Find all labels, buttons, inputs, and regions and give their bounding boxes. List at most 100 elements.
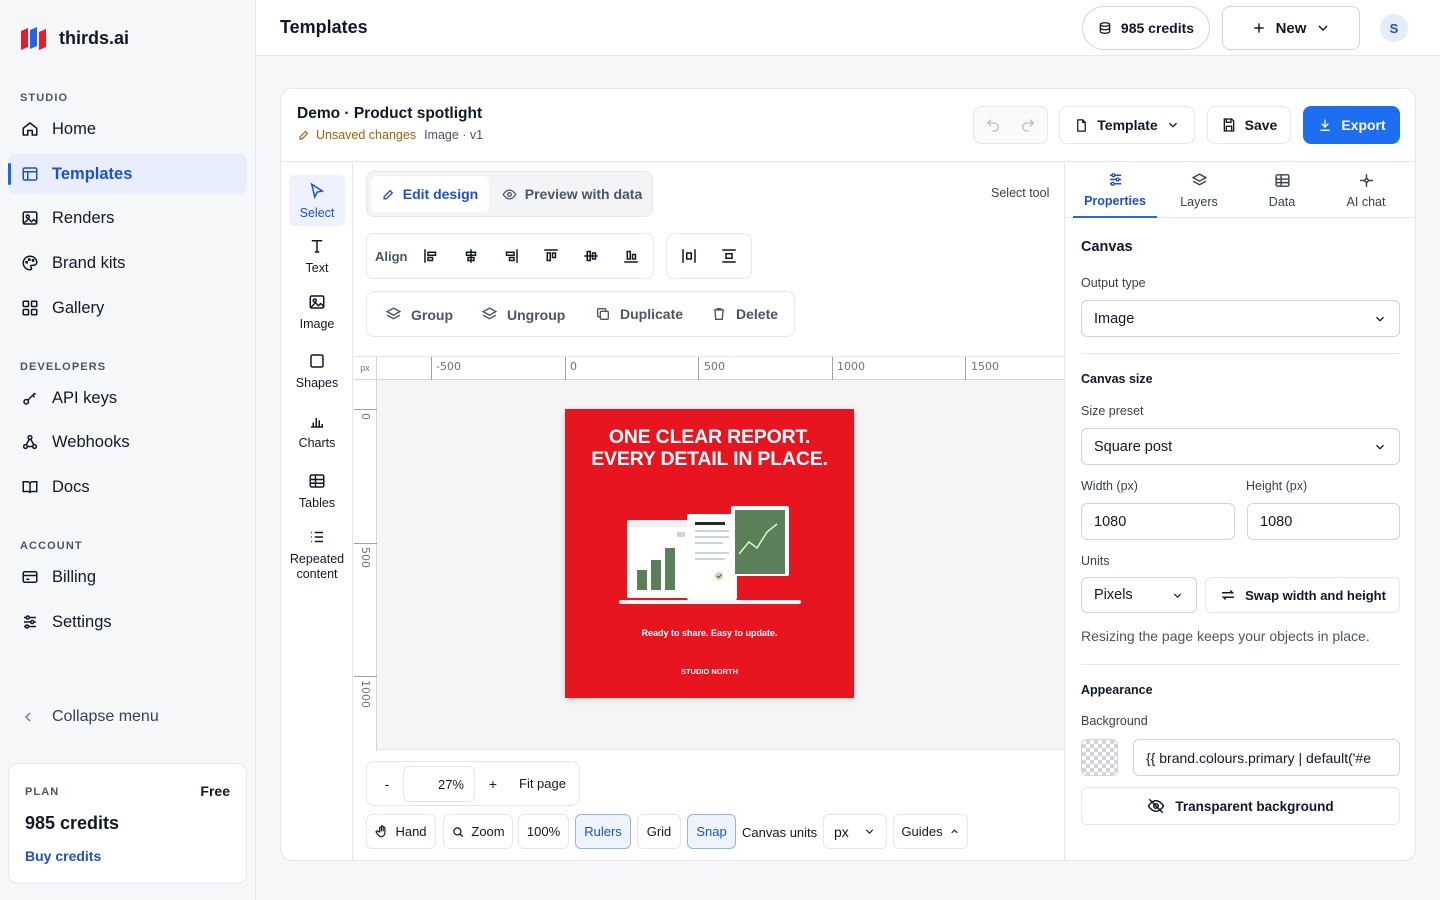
distribute-vertical-button[interactable] xyxy=(715,242,743,270)
zoom-100-button[interactable]: 100% xyxy=(518,814,569,849)
save-button[interactable]: Save xyxy=(1207,106,1291,144)
sidebar-item-label: Docs xyxy=(52,477,90,496)
app-logo[interactable]: thirds.ai xyxy=(20,26,129,50)
zoom-tool-button[interactable]: Zoom xyxy=(443,814,513,849)
redo-button[interactable] xyxy=(1014,111,1042,139)
tab-label: Properties xyxy=(1084,193,1146,208)
new-button[interactable]: New xyxy=(1222,6,1360,50)
report-illustration[interactable] xyxy=(617,504,807,612)
canvas-units-label: Canvas units xyxy=(742,825,818,840)
align-top-button[interactable] xyxy=(537,242,565,270)
distribute-horizontal-button[interactable] xyxy=(675,242,703,270)
ruler-label: 500 xyxy=(359,547,372,568)
tool-charts[interactable]: Charts xyxy=(289,412,345,450)
design-artboard[interactable]: ONE CLEAR REPORT. EVERY DETAIL IN PLACE. xyxy=(565,409,854,698)
template-meta: Image · v1 xyxy=(424,128,484,142)
units-label: Units xyxy=(1081,554,1110,568)
sidebar-item-home[interactable]: Home xyxy=(8,109,247,149)
tab-properties[interactable]: Properties xyxy=(1073,162,1157,218)
tool-tables[interactable]: Tables xyxy=(289,472,345,510)
canvas-units-select[interactable]: px xyxy=(823,814,887,849)
chevron-up-icon xyxy=(950,829,958,834)
tool-label: Repeated content xyxy=(289,552,345,581)
credits-pill[interactable]: 985 credits xyxy=(1082,6,1210,50)
image-icon xyxy=(22,211,38,225)
sidebar-item-renders[interactable]: Renders xyxy=(8,198,247,238)
sidebar-item-templates[interactable]: Templates xyxy=(8,154,247,194)
zoom-input[interactable]: 27% xyxy=(403,766,475,802)
avatar[interactable]: S xyxy=(1380,14,1408,42)
align-middle-button[interactable] xyxy=(577,242,605,270)
edit-design-label: Edit design xyxy=(402,186,479,202)
tool-repeated-content[interactable]: Repeated content xyxy=(289,528,345,582)
undo-button[interactable] xyxy=(979,111,1007,139)
sidebar-item-label: Renders xyxy=(52,208,115,227)
sidebar-item-brand-kits[interactable]: Brand kits xyxy=(8,243,247,283)
ruler-tick xyxy=(431,357,432,380)
output-type-value: Image xyxy=(1094,310,1135,327)
sidebar-item-settings[interactable]: Settings xyxy=(8,602,247,642)
hand-tool-button[interactable]: Hand xyxy=(366,814,436,849)
ruler-label: -500 xyxy=(436,360,461,373)
tab-layers[interactable]: Layers xyxy=(1157,162,1241,218)
tool-select[interactable]: Select xyxy=(289,175,345,226)
units-select[interactable]: Pixels xyxy=(1081,577,1197,613)
sliders-icon xyxy=(24,615,36,629)
sidebar-item-webhooks[interactable]: Webhooks xyxy=(8,422,247,462)
background-swatch[interactable] xyxy=(1081,739,1118,776)
sidebar-item-api-keys[interactable]: API keys xyxy=(8,378,247,418)
canvas-viewport[interactable]: px -500 0 500 1000 1500 0 500 1000 ONE C… xyxy=(354,356,1065,751)
buy-credits-link[interactable]: Buy credits xyxy=(25,848,101,864)
zoom-out-button[interactable]: - xyxy=(371,768,403,800)
collapse-menu-button[interactable]: Collapse menu xyxy=(20,708,159,726)
transparent-background-button[interactable]: Transparent background xyxy=(1081,787,1400,825)
ungroup-button[interactable]: Ungroup xyxy=(481,306,565,323)
background-input[interactable]: {{ brand.colours.primary | default('#e xyxy=(1133,739,1400,776)
artwork-tagline[interactable]: Ready to share. Easy to update. xyxy=(565,628,854,638)
output-type-select[interactable]: Image xyxy=(1081,300,1400,337)
preview-data-tab[interactable]: Preview with data xyxy=(497,176,647,212)
tool-label: Image xyxy=(299,317,335,331)
width-input[interactable]: 1080 xyxy=(1081,503,1235,540)
sidebar-item-billing[interactable]: Billing xyxy=(8,557,247,597)
tool-image[interactable]: Image xyxy=(289,293,345,331)
sidebar-item-docs[interactable]: Docs xyxy=(8,467,247,507)
align-center-button[interactable] xyxy=(457,242,485,270)
snap-toggle[interactable]: Snap xyxy=(687,814,736,849)
units-value: Pixels xyxy=(1094,587,1133,603)
size-preset-select[interactable]: Square post xyxy=(1081,428,1400,465)
grid-toggle[interactable]: Grid xyxy=(637,814,681,849)
bar-chart-icon xyxy=(311,418,323,428)
template-name: Demo · Product spotlight xyxy=(297,105,483,122)
align-bottom-button[interactable] xyxy=(617,242,645,270)
guides-menu-button[interactable]: Guides xyxy=(893,814,968,849)
align-right-button[interactable] xyxy=(497,242,525,270)
export-button[interactable]: Export xyxy=(1303,106,1400,144)
tool-text[interactable]: Text xyxy=(289,237,345,275)
tool-shapes[interactable]: Shapes xyxy=(289,352,345,390)
height-input[interactable]: 1080 xyxy=(1247,503,1400,540)
thirds-logo-icon xyxy=(21,27,46,50)
section-account: ACCOUNT xyxy=(20,540,83,552)
edit-design-tab[interactable]: Edit design xyxy=(371,176,489,212)
artwork-headline[interactable]: ONE CLEAR REPORT. EVERY DETAIL IN PLACE. xyxy=(565,426,854,470)
hand-label: Hand xyxy=(395,824,427,839)
tab-ai-chat[interactable]: AI chat xyxy=(1324,162,1408,218)
divider xyxy=(1081,353,1400,354)
headline-line-2: EVERY DETAIL IN PLACE. xyxy=(591,448,828,470)
tab-data[interactable]: Data xyxy=(1240,162,1324,218)
delete-button[interactable]: Delete xyxy=(711,306,778,322)
canvas-section-title: Canvas xyxy=(1081,239,1133,255)
template-status: Unsaved changes Image · v1 xyxy=(298,128,483,142)
swap-dimensions-button[interactable]: Swap width and height xyxy=(1205,577,1400,613)
fit-page-button[interactable]: Fit page xyxy=(519,776,566,791)
duplicate-button[interactable]: Duplicate xyxy=(595,306,683,322)
sidebar-item-gallery[interactable]: Gallery xyxy=(8,288,247,328)
artwork-brand[interactable]: STUDIO NORTH xyxy=(565,667,854,676)
align-left-button[interactable] xyxy=(417,242,445,270)
zoom-in-button[interactable]: + xyxy=(477,768,509,800)
tool-label: Text xyxy=(305,261,329,275)
rulers-toggle[interactable]: Rulers xyxy=(575,814,631,849)
group-button[interactable]: Group xyxy=(385,306,453,323)
template-menu-button[interactable]: Template xyxy=(1059,106,1195,144)
